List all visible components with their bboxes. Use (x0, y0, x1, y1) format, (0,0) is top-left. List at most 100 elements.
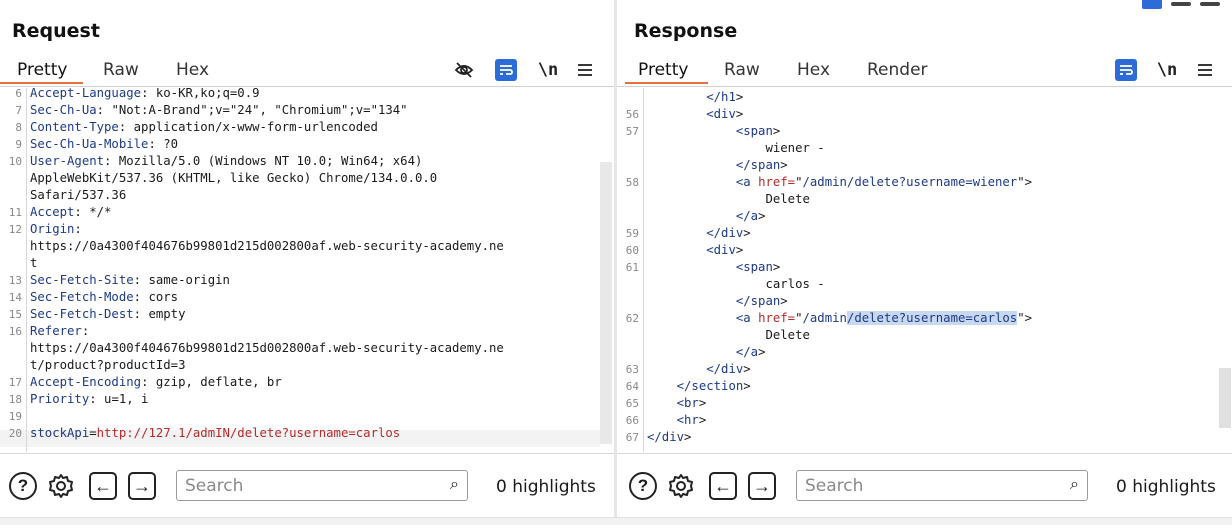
tabs-divider (0, 86, 614, 87)
tab-hex[interactable]: Hex (176, 60, 209, 80)
help-icon[interactable]: ? (628, 471, 658, 501)
word-wrap-icon[interactable] (1115, 59, 1137, 81)
code-text: </section> (676, 379, 751, 393)
code-text: AppleWebKit/537.36 (KHTML, like Gecko) C… (30, 171, 438, 185)
line-number: 11 (8, 206, 22, 219)
code-line: 16 Referer: (0, 323, 614, 340)
code-text: Priority: u=1, i (30, 392, 149, 406)
line-number: 7 (15, 104, 22, 117)
code-text: Safari/537.36 (30, 188, 127, 202)
line-number: 17 (8, 376, 22, 389)
hamburger-menu-icon[interactable] (573, 58, 597, 82)
tab-hex[interactable]: Hex (797, 60, 830, 80)
request-search-bar: ? ← → ⌕ 0 highlights (0, 453, 614, 517)
code-text: <a href="/admin/delete?username=carlos"> (735, 311, 1033, 325)
code-text: Sec-Fetch-Dest: empty (30, 307, 186, 321)
previous-arrow-icon[interactable]: ← (88, 471, 118, 501)
eye-off-icon[interactable] (452, 58, 476, 82)
word-wrap-icon[interactable] (495, 59, 517, 81)
code-text: Sec-Ch-Ua: "Not:A-Brand";v="24", "Chromi… (30, 103, 408, 117)
code-line: </span> (617, 157, 1232, 174)
code-line: 12 Origin: (0, 221, 614, 238)
newline-icon[interactable]: \n (1155, 58, 1179, 82)
previous-arrow-icon[interactable]: ← (708, 471, 738, 501)
code-line: </span> (617, 293, 1232, 310)
code-line: carlos - (617, 276, 1232, 293)
code-line: https://0a4300f404676b99801d215d002800af… (0, 340, 614, 357)
code-text: </a> (735, 209, 766, 223)
settings-gear-icon[interactable] (666, 471, 696, 501)
line-number: 66 (625, 414, 639, 427)
request-editor[interactable]: 6 Accept-Language: ko-KR,ko;q=0.9 7 Sec-Ch-… (0, 88, 614, 452)
code-line: Delete (617, 191, 1232, 208)
tabs-divider (617, 86, 1232, 87)
code-line: 58 <a href="/admin/delete?username=wiene… (617, 174, 1232, 191)
request-pane: Request Pretty Raw Hex \n 6 Accept-Langua… (0, 0, 614, 525)
code-text: </span> (735, 294, 788, 308)
help-icon[interactable]: ? (8, 471, 38, 501)
active-tab-indicator (0, 82, 83, 84)
settings-gear-icon[interactable] (46, 471, 76, 501)
response-search-field[interactable]: ⌕ (796, 470, 1088, 501)
code-line: </h1> (617, 89, 1232, 106)
code-line: t/product?productId=3 (0, 357, 614, 374)
code-text: <a href="/admin/delete?username=wiener"> (735, 175, 1033, 189)
code-line: </a> (617, 344, 1232, 361)
response-editor[interactable]: </h1> 56 <div> 57 <span> wiener - </span> 5… (617, 88, 1232, 452)
code-text: stockApi=http://127.1/admIN/delete?usern… (30, 426, 401, 440)
request-search-input[interactable] (185, 476, 405, 496)
request-scrollbar[interactable] (600, 162, 612, 444)
code-text: wiener - (647, 141, 825, 155)
next-arrow-icon[interactable]: → (127, 471, 157, 501)
layout-tabs-icon[interactable] (1200, 2, 1220, 6)
code-text: Content-Type: application/x-www-form-url… (30, 120, 378, 134)
line-number: 8 (15, 121, 22, 134)
layout-top-bottom-icon[interactable] (1171, 2, 1191, 6)
line-number: 58 (625, 176, 639, 189)
code-line: 59 </div> (617, 225, 1232, 242)
tab-raw[interactable]: Raw (103, 60, 139, 80)
line-number: 61 (625, 261, 639, 274)
layout-side-by-side-icon[interactable] (1142, 0, 1162, 9)
code-text: <div> (706, 107, 744, 121)
newline-icon[interactable]: \n (536, 58, 560, 82)
code-line: Safari/537.36 (0, 187, 614, 204)
code-text: <span> (735, 260, 781, 274)
code-text: Referer: (30, 324, 90, 338)
code-line: </a> (617, 208, 1232, 225)
code-line: 17 Accept-Encoding: gzip, deflate, br (0, 374, 614, 391)
tab-render[interactable]: Render (867, 60, 928, 80)
code-text: <br> (676, 396, 707, 410)
line-number: 12 (8, 223, 22, 236)
code-text: Accept-Encoding: gzip, deflate, br (30, 375, 282, 389)
tab-pretty[interactable]: Pretty (638, 60, 688, 80)
code-line: 15 Sec-Fetch-Dest: empty (0, 306, 614, 323)
search-icon: ⌕ (450, 476, 459, 493)
code-text: carlos - (647, 277, 825, 291)
hamburger-menu-icon[interactable] (1193, 58, 1217, 82)
code-line: AppleWebKit/537.36 (KHTML, like Gecko) C… (0, 170, 614, 187)
request-highlights-count: 0 highlights (496, 477, 596, 497)
search-icon: ⌕ (1070, 476, 1079, 493)
response-pane: Response Pretty Raw Hex Render \n </h1> 5… (617, 0, 1232, 525)
code-line: 66 <hr> (617, 412, 1232, 429)
line-number: 10 (8, 155, 22, 168)
code-text: <hr> (676, 413, 707, 427)
request-tabs: Pretty Raw Hex \n (0, 56, 614, 88)
line-number: 62 (625, 312, 639, 325)
code-line: 56 <div> (617, 106, 1232, 123)
request-search-field[interactable]: ⌕ (176, 470, 468, 501)
code-text: Delete (647, 328, 810, 342)
code-line: 19 (0, 408, 614, 425)
code-text: </a> (735, 345, 766, 359)
request-toolbar: \n (452, 56, 602, 86)
tab-raw[interactable]: Raw (724, 60, 760, 80)
code-text: Accept-Language: ko-KR,ko;q=0.9 (30, 88, 260, 100)
code-line: 20 stockApi=http://127.1/admIN/delete?use… (0, 425, 614, 442)
code-line: 63 </div> (617, 361, 1232, 378)
line-number: 6 (15, 88, 22, 100)
next-arrow-icon[interactable]: → (747, 471, 777, 501)
response-search-input[interactable] (805, 476, 1025, 496)
tab-pretty[interactable]: Pretty (17, 60, 67, 80)
response-scrollbar[interactable] (1219, 368, 1231, 428)
